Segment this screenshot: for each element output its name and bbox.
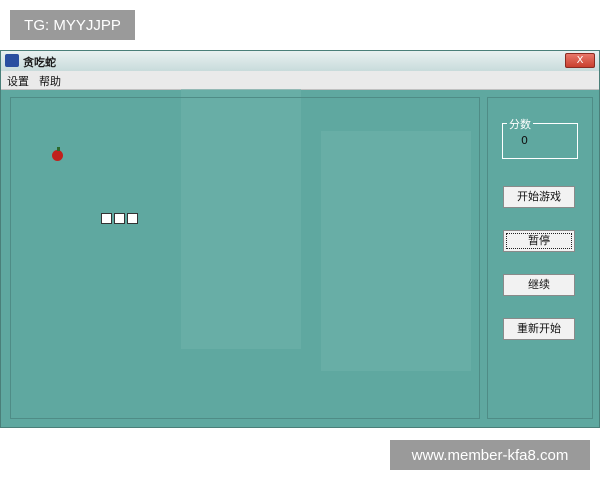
snake-segment bbox=[114, 213, 125, 224]
food-apple-icon bbox=[52, 150, 63, 161]
apple-leaf bbox=[57, 147, 60, 151]
watermark-bottom: www.member-kfa8.com bbox=[390, 440, 590, 470]
menu-bar: 设置 帮助 bbox=[1, 71, 599, 90]
window-title: 贪吃蛇 bbox=[23, 56, 56, 69]
close-button[interactable]: X bbox=[565, 53, 595, 68]
restart-button[interactable]: 重新开始 bbox=[503, 318, 575, 340]
game-board[interactable] bbox=[10, 97, 480, 419]
title-bar[interactable]: 贪吃蛇 X bbox=[1, 51, 599, 71]
menu-item-settings[interactable]: 设置 bbox=[7, 73, 29, 89]
start-game-button[interactable]: 开始游戏 bbox=[503, 186, 575, 208]
score-label: 分数 bbox=[507, 116, 533, 132]
snake-app-icon bbox=[5, 54, 19, 67]
score-value: 0 bbox=[521, 134, 528, 147]
snake-segment bbox=[101, 213, 112, 224]
snake-segment bbox=[127, 213, 138, 224]
continue-button[interactable]: 继续 bbox=[503, 274, 575, 296]
pause-button[interactable]: 暂停 bbox=[503, 230, 575, 252]
watermark-top: TG: MYYJJPP bbox=[10, 10, 135, 40]
menu-item-help[interactable]: 帮助 bbox=[39, 73, 61, 89]
